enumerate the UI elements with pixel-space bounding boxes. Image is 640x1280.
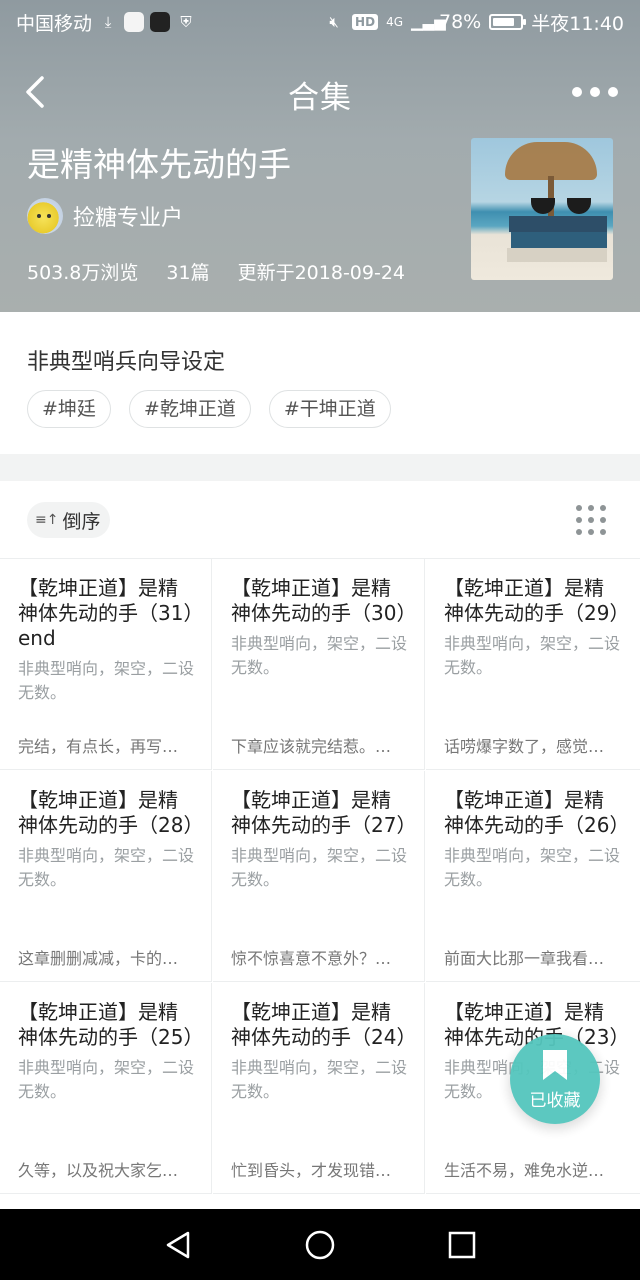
collection-header: 中国移动 ⤓ ⛨ 🔇︎ HD 4G ▁▃▅ 78% 半夜11:40 合集 是精神… [0, 0, 640, 312]
article-note: 生活不易，难免水逆… [444, 1161, 605, 1180]
battery-percent: 78% [439, 11, 482, 33]
description-card: 非典型哨兵向导设定 #坤廷 #乾坤正道 #干坤正道 [0, 312, 640, 454]
mute-icon: 🔇︎ [329, 13, 339, 31]
page-title: 合集 [288, 80, 352, 116]
clock: 半夜11:40 [531, 12, 624, 35]
tag-chip[interactable]: #乾坤正道 [128, 390, 251, 428]
article-note: 这章删删减减，卡的… [18, 949, 179, 968]
sort-label: 倒序 [62, 510, 101, 533]
tag-chip[interactable]: #坤廷 [27, 390, 111, 428]
bookmark-icon [543, 1050, 567, 1080]
article-card[interactable]: 【乾坤正道】是精神体先动的手（26） 非典型哨向，架空，二设无数。 前面大比那一… [426, 771, 640, 982]
article-title: 【乾坤正道】是精神体先动的手（28） [18, 788, 204, 837]
download-icon: ⤓ [104, 13, 112, 31]
network-label: 4G [386, 15, 403, 29]
tag-chip[interactable]: #干坤正道 [268, 390, 391, 428]
article-excerpt: 非典型哨向，架空，二设无数。 [18, 1058, 195, 1101]
collection-description: 非典型哨兵向导设定 [27, 350, 226, 375]
grid-view-icon[interactable] [576, 505, 606, 535]
article-title: 【乾坤正道】是精神体先动的手（27） [231, 788, 417, 837]
article-card[interactable]: 【乾坤正道】是精神体先动的手（30） 非典型哨向，架空，二设无数。 下章应该就完… [213, 559, 425, 770]
article-excerpt: 非典型哨向，架空，二设无数。 [231, 846, 408, 889]
weibo-app-icon [124, 12, 145, 32]
author-name[interactable]: 捡糖专业户 [73, 200, 183, 232]
article-excerpt: 非典型哨向，架空，二设无数。 [18, 846, 195, 889]
article-count: 31篇 [166, 262, 210, 284]
article-title: 【乾坤正道】是精神体先动的手（26） [444, 788, 630, 837]
article-excerpt: 非典型哨向，架空，二设无数。 [18, 659, 195, 702]
article-title: 【乾坤正道】是精神体先动的手（24） [231, 1000, 417, 1049]
article-note: 忙到昏头，才发现错… [231, 1161, 392, 1180]
article-card[interactable]: 【乾坤正道】是精神体先动的手（31）end 非典型哨向，架空，二设无数。 完结，… [0, 559, 212, 770]
cover-image [471, 138, 613, 280]
view-count: 503.8万浏览 [27, 262, 139, 284]
article-card[interactable]: 【乾坤正道】是精神体先动的手（25） 非典型哨向，架空，二设无数。 久等，以及祝… [0, 983, 212, 1194]
article-excerpt: 非典型哨向，架空，二设无数。 [444, 634, 621, 677]
navbar: 合集 [0, 62, 640, 122]
article-excerpt: 非典型哨向，架空，二设无数。 [444, 846, 621, 889]
sort-order-button[interactable]: ≡↑ 倒序 [27, 502, 111, 538]
article-card[interactable]: 【乾坤正道】是精神体先动的手（29） 非典型哨向，架空，二设无数。 话唠爆字数了… [426, 559, 640, 770]
article-note: 前面大比那一章我看… [444, 949, 605, 968]
article-note: 惊不惊喜意不意外？… [231, 949, 392, 968]
sort-icon: ≡↑ [35, 512, 59, 528]
article-title: 【乾坤正道】是精神体先动的手（29） [444, 576, 630, 625]
battery-icon [489, 14, 527, 30]
article-note: 久等，以及祝大家乞… [18, 1161, 179, 1180]
article-card[interactable]: 【乾坤正道】是精神体先动的手（28） 非典型哨向，架空，二设无数。 这章删删减减… [0, 771, 212, 982]
hd-badge: HD [352, 14, 379, 30]
avatar[interactable] [27, 198, 63, 234]
article-title: 【乾坤正道】是精神体先动的手（25） [18, 1000, 204, 1049]
article-excerpt: 非典型哨向，架空，二设无数。 [231, 1058, 408, 1101]
carrier-label: 中国移动 [16, 12, 93, 35]
bookmark-button[interactable]: 已收藏 [510, 1034, 600, 1124]
article-card[interactable]: 【乾坤正道】是精神体先动的手（24） 非典型哨向，架空，二设无数。 忙到昏头，才… [213, 983, 425, 1194]
status-bar: 中国移动 ⤓ ⛨ 🔇︎ HD 4G ▁▃▅ 78% 半夜11:40 [0, 0, 640, 44]
update-date: 更新于2018-09-24 [237, 262, 406, 284]
system-back-icon[interactable] [162, 1229, 194, 1261]
tiktok-app-icon [150, 12, 171, 32]
article-note: 下章应该就完结惹。… [231, 737, 392, 756]
article-note: 话唠爆字数了，感觉… [444, 737, 605, 756]
more-options-icon[interactable] [572, 80, 618, 104]
collection-title: 是精神体先动的手 [27, 145, 291, 184]
bookmark-label: 已收藏 [529, 1091, 581, 1111]
tag-list: #坤廷 #乾坤正道 #干坤正道 [27, 390, 391, 428]
list-toolbar: ≡↑ 倒序 [0, 481, 640, 559]
shield-icon: ⛨ [180, 13, 192, 31]
system-home-icon[interactable] [304, 1229, 336, 1261]
system-recent-apps-icon[interactable] [446, 1229, 478, 1261]
collection-stats: 503.8万浏览 31篇 更新于2018-09-24 [27, 258, 405, 285]
article-excerpt: 非典型哨向，架空，二设无数。 [231, 634, 408, 677]
article-title: 【乾坤正道】是精神体先动的手（31）end [18, 576, 194, 650]
system-nav-bar [0, 1209, 640, 1280]
article-note: 完结，有点长，再写… [18, 737, 179, 756]
signal-icon: ▁▃▅ [411, 13, 446, 31]
author-link[interactable]: 捡糖专业户 [27, 198, 183, 234]
article-title: 【乾坤正道】是精神体先动的手（30） [231, 576, 417, 625]
article-card[interactable]: 【乾坤正道】是精神体先动的手（27） 非典型哨向，架空，二设无数。 惊不惊喜意不… [213, 771, 425, 982]
